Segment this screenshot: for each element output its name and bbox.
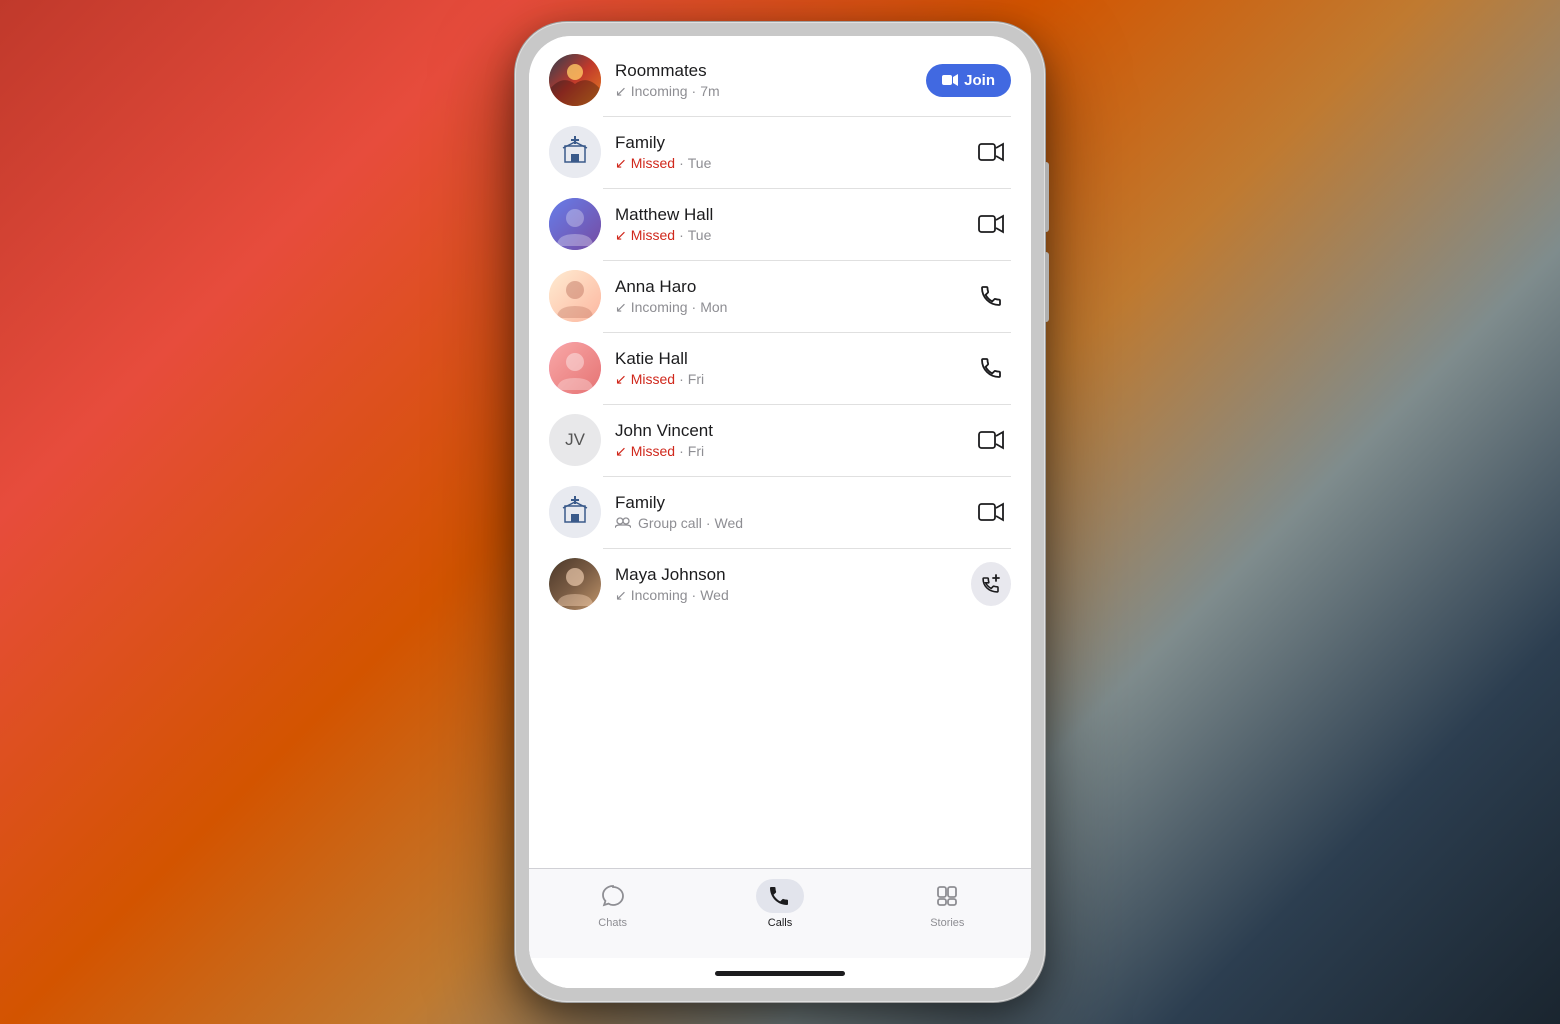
call-detail-matthew: Missed · Tue [615,227,957,244]
arrow-icon-anna [615,299,627,316]
home-bar [715,971,845,976]
avatar-anna [549,270,601,322]
video-icon-join [942,74,958,86]
call-info-john: John Vincent Missed · Fri [615,421,957,460]
call-action-john[interactable] [971,420,1011,460]
nav-item-stories[interactable]: Stories [864,879,1031,929]
call-detail-family1: Missed · Tue [615,155,957,172]
call-action-maya[interactable] [971,564,1011,604]
new-call-button[interactable] [971,562,1011,606]
call-item-maya[interactable]: Maya Johnson Incoming · Wed [529,548,1031,620]
avatar-katie [549,342,601,394]
call-info-family1: Family Missed · Tue [615,133,957,172]
phone-wrapper: Roommates Incoming · 7m [515,22,1045,1002]
call-name-matthew: Matthew Hall [615,205,957,225]
call-info-roommates: Roommates Incoming · 7m [615,61,912,100]
call-item-katie[interactable]: Katie Hall Missed · Fri [529,332,1031,404]
phone-frame: Roommates Incoming · 7m [515,22,1045,1002]
phone-screen: Roommates Incoming · 7m [529,36,1031,988]
call-item-john[interactable]: JV John Vincent Missed · Fri [529,404,1031,476]
nav-item-chats[interactable]: Chats [529,879,696,929]
call-name-anna: Anna Haro [615,277,957,297]
arrow-icon-matthew [615,227,627,244]
home-indicator [529,958,1031,988]
call-detail-anna: Incoming · Mon [615,299,957,316]
arrow-icon-katie [615,371,627,388]
avatar-john: JV [549,414,601,466]
avatar-matthew [549,198,601,250]
avatar-initials-john: JV [565,430,585,450]
call-detail-maya: Incoming · Wed [615,587,957,604]
call-item-family1[interactable]: Family Missed · Tue [529,116,1031,188]
screen-content: Roommates Incoming · 7m [529,36,1031,988]
avatar-roommates [549,54,601,106]
call-action-katie[interactable] [971,348,1011,388]
nav-item-calls[interactable]: Calls [696,879,863,929]
avatar-family2 [549,486,601,538]
call-action-anna[interactable] [971,276,1011,316]
call-item-matthew[interactable]: Matthew Hall Missed · Tue [529,188,1031,260]
call-item-anna[interactable]: Anna Haro Incoming · Mon [529,260,1031,332]
nav-icon-stories [923,879,971,913]
call-name-family1: Family [615,133,957,153]
call-info-katie: Katie Hall Missed · Fri [615,349,957,388]
call-detail-john: Missed · Fri [615,443,957,460]
call-name-katie: Katie Hall [615,349,957,369]
call-item-family2[interactable]: Family Group call · Wed [529,476,1031,548]
call-detail-katie: Missed · Fri [615,371,957,388]
call-action-matthew[interactable] [971,204,1011,244]
call-name-maya: Maya Johnson [615,565,957,585]
calls-list: Roommates Incoming · 7m [529,36,1031,868]
arrow-icon-family1 [615,155,627,172]
call-info-family2: Family Group call · Wed [615,493,957,531]
call-name-family2: Family [615,493,957,513]
call-info-matthew: Matthew Hall Missed · Tue [615,205,957,244]
nav-label-calls: Calls [768,917,792,929]
bottom-nav: Chats Calls [529,868,1031,958]
group-icon [615,517,631,529]
call-info-anna: Anna Haro Incoming · Mon [615,277,957,316]
nav-icon-chats [589,879,637,913]
call-name-john: John Vincent [615,421,957,441]
call-name-roommates: Roommates [615,61,912,81]
call-detail-roommates: Incoming · 7m [615,83,912,100]
avatar-family1 [549,126,601,178]
join-label: Join [964,72,995,89]
nav-label-stories: Stories [930,917,964,929]
nav-icon-calls [756,879,804,913]
call-action-family2[interactable] [971,492,1011,532]
call-action-family1[interactable] [971,132,1011,172]
arrow-icon-roommates [615,83,627,100]
join-button-roommates[interactable]: Join [926,64,1011,97]
call-info-maya: Maya Johnson Incoming · Wed [615,565,957,604]
call-item-roommates[interactable]: Roommates Incoming · 7m [529,44,1031,116]
call-detail-family2: Group call · Wed [615,515,957,531]
nav-label-chats: Chats [598,917,627,929]
arrow-icon-john [615,443,627,460]
arrow-icon-maya [615,587,627,604]
avatar-maya [549,558,601,610]
